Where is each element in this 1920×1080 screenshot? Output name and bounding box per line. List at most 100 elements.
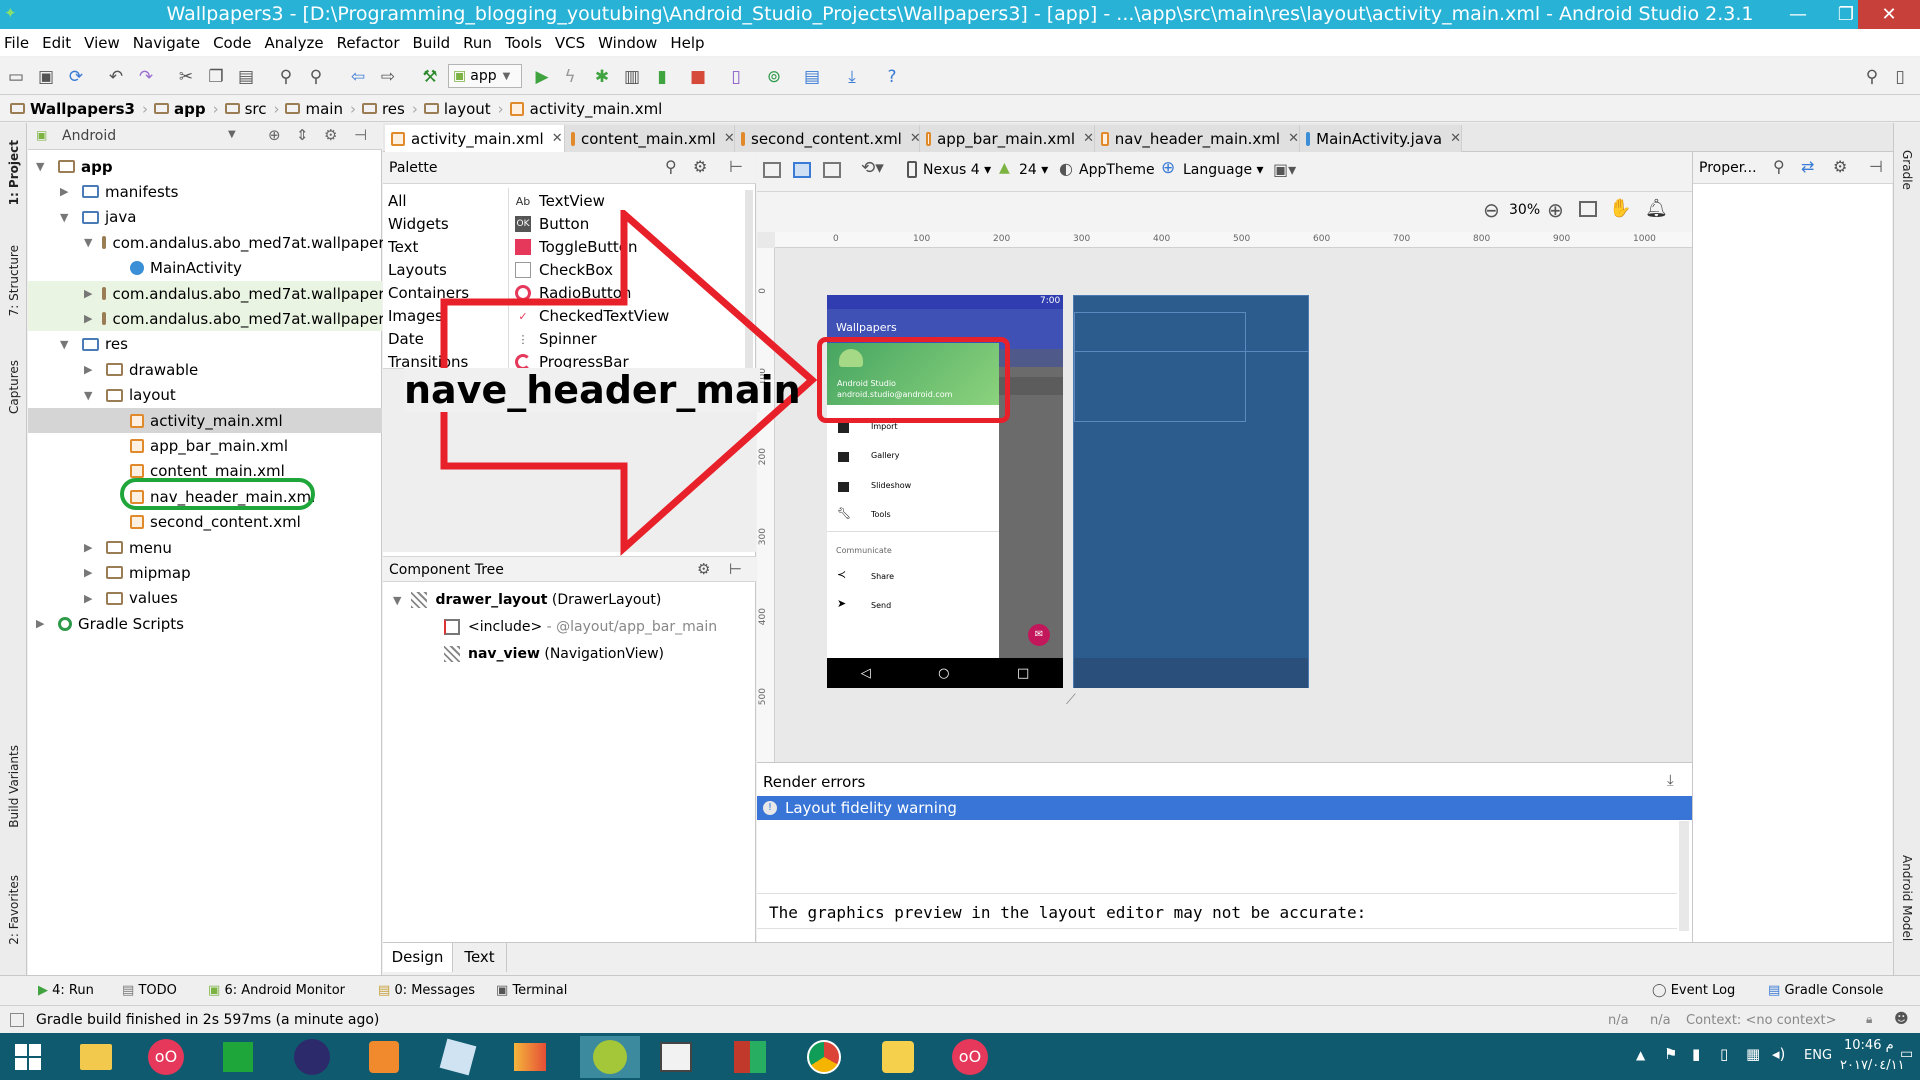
tool-window-event-log[interactable]: ◯ Event Log — [1652, 983, 1735, 998]
tool-tab-project[interactable]: 1: Project — [7, 140, 21, 205]
menu-item-share[interactable]: Share — [871, 572, 894, 581]
avd-manager-icon[interactable]: ▯ — [726, 67, 746, 87]
replace-icon[interactable]: ⚲ — [306, 67, 326, 87]
tray-date[interactable]: ٢٠١٧/٠٤/١١ — [1840, 1058, 1905, 1073]
find-icon[interactable]: ⚲ — [276, 67, 296, 87]
home-nav-icon[interactable]: ○ — [938, 666, 949, 681]
swap-view-icon[interactable]: ⇄ — [1801, 157, 1814, 176]
tab-text[interactable]: Text — [453, 943, 507, 972]
menu-view[interactable]: View — [84, 34, 120, 52]
minimize-button[interactable]: — — [1774, 0, 1822, 29]
palette-category[interactable]: Images — [388, 307, 443, 325]
menu-tools[interactable]: Tools — [505, 34, 542, 52]
editor-tab[interactable]: nav_header_main.xml ✕ — [1095, 125, 1300, 152]
menu-item-slideshow[interactable]: Slideshow — [871, 481, 911, 490]
close-tab-icon[interactable]: ✕ — [1083, 131, 1094, 146]
search-everywhere-icon[interactable]: ⚲ — [1862, 67, 1882, 87]
tool-tab-favorites[interactable]: 2: Favorites — [7, 875, 21, 945]
render-scrollbar[interactable] — [1679, 821, 1689, 931]
cut-icon[interactable]: ✂ — [176, 67, 196, 87]
layout-variants-icon[interactable]: ▣▾ — [1273, 160, 1296, 179]
menu-analyze[interactable]: Analyze — [264, 34, 323, 52]
blueprint-view-icon[interactable] — [793, 162, 811, 178]
menu-item-tools[interactable]: Tools — [871, 510, 891, 519]
tree-item[interactable]: ▼ res — [28, 332, 382, 357]
tool-tab-build-variants[interactable]: Build Variants — [7, 745, 21, 828]
menu-build[interactable]: Build — [413, 34, 451, 52]
api-select[interactable]: 24 ▾ — [1019, 162, 1048, 178]
winrar-icon[interactable] — [728, 1036, 772, 1078]
tree-item[interactable]: ▶ com.andalus.abo_med7at.wallpapers — [28, 306, 392, 332]
breadcrumb-item[interactable]: app › — [153, 100, 219, 118]
breadcrumb-item[interactable]: res › — [361, 100, 418, 118]
tree-item[interactable]: ▶ menu — [28, 535, 382, 560]
warning-row[interactable]: ! Layout fidelity warning — [757, 796, 1692, 820]
run-icon[interactable]: ▶ — [532, 67, 552, 87]
hector-icon[interactable]: ☻ — [1894, 1011, 1909, 1027]
editor-tab[interactable]: MainActivity.java ✕ — [1300, 125, 1462, 152]
breadcrumb-item[interactable]: Wallpapers3 › — [10, 100, 148, 118]
notifications-bell-icon[interactable]: 🔔︎ — [1645, 198, 1668, 219]
tree-item[interactable]: ▶ mipmap — [28, 560, 382, 585]
menu-help[interactable]: Help — [670, 34, 704, 52]
palette-category[interactable]: Text — [388, 238, 418, 256]
virtualbox-icon[interactable] — [436, 1036, 480, 1078]
sdk-manager-icon[interactable]: ⤓ — [842, 67, 862, 87]
windows-start-icon[interactable] — [6, 1036, 50, 1078]
collapsed-triangle-icon[interactable]: ▶ — [84, 592, 96, 605]
menu-window[interactable]: Window — [598, 34, 657, 52]
expanded-triangle-icon[interactable]: ▼ — [84, 236, 92, 249]
tab-design[interactable]: Design — [383, 943, 453, 972]
lock-icon[interactable]: 🔒︎ — [1866, 1012, 1872, 1027]
copy-icon[interactable]: ❐ — [206, 67, 226, 87]
menu-refactor[interactable]: Refactor — [337, 34, 400, 52]
profile-icon[interactable]: ▥ — [622, 67, 642, 87]
butterfly-app-icon[interactable] — [508, 1036, 552, 1078]
tree-item[interactable]: ▼ layout — [28, 383, 382, 408]
tree-item[interactable]: ▼ java — [28, 205, 382, 230]
action-center-icon[interactable]: ▭ — [1900, 1046, 1913, 1062]
tree-item[interactable]: ▶ manifests — [28, 179, 382, 204]
collapsed-triangle-icon[interactable]: ▶ — [36, 617, 48, 630]
collapse-all-icon[interactable]: ⇕ — [296, 126, 309, 144]
tray-time[interactable]: 10:46 م — [1844, 1038, 1894, 1053]
breadcrumb-item[interactable]: activity_main.xml — [509, 100, 662, 118]
status-toggle-icon[interactable] — [10, 1013, 24, 1027]
menu-navigate[interactable]: Navigate — [133, 34, 200, 52]
tool-window-gradle-console[interactable]: ▤ Gradle Console — [1768, 983, 1883, 998]
tree-node-include[interactable]: <include> - @layout/app_bar_main — [444, 617, 717, 637]
menu-item-import[interactable]: Import — [871, 422, 898, 431]
menu-item-send[interactable]: Send — [871, 601, 891, 610]
both-views-icon[interactable] — [823, 162, 841, 178]
tree-item[interactable]: ▶ values — [28, 586, 382, 611]
tree-item[interactable]: app_bar_main.xml — [28, 433, 382, 458]
tray-language[interactable]: ENG — [1804, 1048, 1832, 1063]
gear-icon[interactable]: ⚙ — [1833, 157, 1847, 176]
menu-edit[interactable]: Edit — [42, 34, 71, 52]
tree-item[interactable]: ▶ drawable — [28, 357, 382, 382]
breadcrumb-item[interactable]: src › — [224, 100, 279, 118]
tree-item[interactable]: ▶ com.andalus.abo_med7at.wallpapers — [28, 281, 392, 306]
download-icon[interactable]: ⤓ — [1667, 771, 1674, 789]
tray-network-icon[interactable]: ▦ — [1746, 1045, 1760, 1063]
search-icon[interactable]: ⚲ — [1773, 157, 1785, 176]
close-button[interactable]: ✕ — [1858, 0, 1920, 29]
tree-node-drawer-layout[interactable]: ▼ drawer_layout (DrawerLayout) — [393, 590, 661, 610]
editor-tab[interactable]: content_main.xml ✕ — [565, 125, 735, 152]
search-icon[interactable]: ⚲ — [665, 157, 677, 176]
scroll-from-source-icon[interactable]: ⊕ — [268, 126, 281, 144]
palette-category[interactable]: Date — [388, 330, 424, 348]
save-icon[interactable]: ▣ — [36, 67, 56, 87]
zoom-fit-icon[interactable] — [1579, 201, 1597, 217]
tool-window-android-monitor[interactable]: ▣ 6: Android Monitor — [208, 983, 345, 998]
tree-item[interactable]: ▶ Gradle Scripts — [28, 611, 382, 636]
hide-panel-icon[interactable]: ⊢ — [729, 560, 742, 578]
open-icon[interactable]: ▭ — [6, 67, 26, 87]
eclipse-icon[interactable] — [290, 1036, 334, 1078]
menu-code[interactable]: Code — [213, 34, 251, 52]
undo-icon[interactable]: ↶ — [106, 67, 126, 87]
orientation-icon[interactable]: ⟲▾ — [861, 158, 884, 178]
paint-app-icon[interactable] — [654, 1036, 698, 1078]
tree-node-nav-view[interactable]: nav_view (NavigationView) — [444, 644, 664, 664]
menu-run[interactable]: Run — [463, 34, 492, 52]
